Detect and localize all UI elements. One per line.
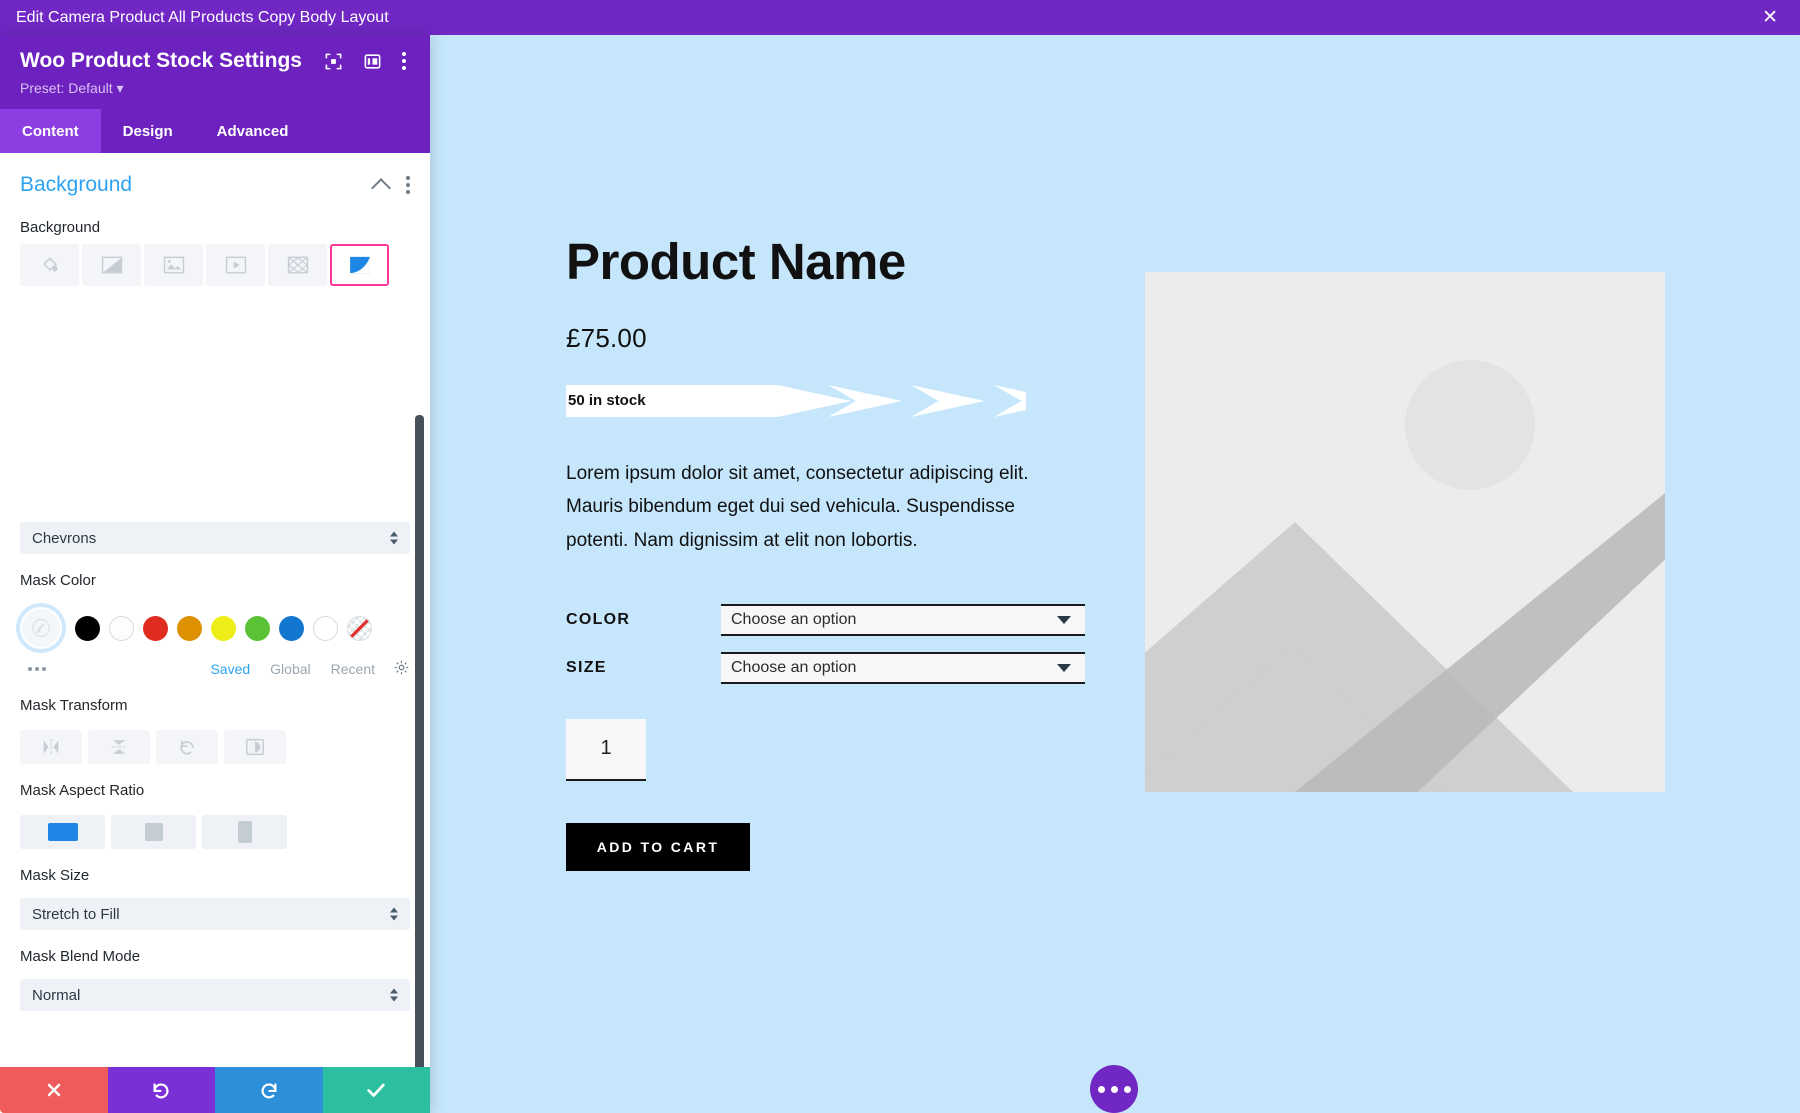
kebab-icon[interactable]	[402, 52, 406, 70]
background-type-gradient[interactable]	[82, 244, 141, 286]
background-section-header: Background	[0, 153, 430, 201]
flip-vertical-icon[interactable]	[88, 730, 150, 764]
stepper-arrows-icon	[390, 988, 398, 1002]
layout-icon[interactable]	[363, 52, 382, 71]
cancel-button[interactable]	[0, 1067, 108, 1113]
panel-header: Woo Product Stock Settings Preset: Defau…	[0, 35, 430, 109]
gear-icon[interactable]	[393, 659, 410, 679]
mask-color-meta: Saved Global Recent	[0, 649, 430, 679]
stock-status-module: 50 in stock	[566, 384, 1026, 417]
panel-tabs: Content Design Advanced	[0, 109, 430, 153]
swatch-red[interactable]	[143, 615, 168, 641]
color-tab-saved[interactable]: Saved	[210, 661, 250, 677]
flip-horizontal-icon[interactable]	[20, 730, 82, 764]
attribute-select-color-value: Choose an option	[731, 610, 857, 628]
tab-design[interactable]: Design	[101, 109, 195, 153]
window-title: Edit Camera Product All Products Copy Bo…	[16, 8, 389, 26]
aspect-ratio-landscape[interactable]	[20, 815, 105, 849]
background-type-video[interactable]	[206, 244, 265, 286]
stock-status-text: 50 in stock	[568, 391, 646, 409]
swatch-black[interactable]	[75, 615, 100, 641]
background-type-color[interactable]	[20, 244, 79, 286]
chevron-down-icon	[1057, 663, 1071, 672]
product-price: £75.00	[566, 322, 647, 353]
dot	[1097, 1085, 1105, 1093]
swatch-yellow[interactable]	[211, 615, 236, 641]
tab-advanced[interactable]: Advanced	[195, 109, 311, 153]
mask-style-select[interactable]: Chevrons	[20, 522, 410, 554]
attribute-select-size-value: Choose an option	[731, 658, 857, 676]
product-image-placeholder	[1145, 272, 1665, 792]
mask-size-select[interactable]: Stretch to Fill	[20, 898, 410, 930]
more-dots-icon[interactable]	[20, 667, 190, 671]
panel-title: Woo Product Stock Settings	[20, 49, 302, 72]
quantity-input[interactable]: 1	[566, 718, 646, 781]
mask-style-value: Chevrons	[32, 529, 97, 547]
product-description: Lorem ipsum dolor sit amet, consectetur …	[566, 462, 1029, 552]
product-attributes: COLOR Choose an option SIZE Choose an op…	[566, 603, 1086, 684]
aspect-ratio-square[interactable]	[111, 815, 196, 849]
save-button[interactable]	[322, 1067, 430, 1113]
target-icon[interactable]	[324, 52, 343, 71]
color-tab-recent[interactable]: Recent	[331, 661, 375, 677]
chevron-up-icon[interactable]	[371, 177, 391, 198]
product-summary: Product Name £75.00 50 in stock Lorem ip…	[566, 235, 1086, 871]
background-type-mask[interactable]	[330, 244, 389, 286]
panel-body: Background Background Chevrons Mask Colo…	[0, 153, 430, 1113]
panel-action-bar	[0, 1067, 430, 1113]
swatch-white-2[interactable]	[313, 615, 338, 641]
swatch-white[interactable]	[109, 615, 134, 641]
attribute-label-color: COLOR	[566, 610, 631, 628]
background-field-label: Background	[20, 219, 101, 236]
product-title: Product Name	[566, 233, 906, 290]
dot	[1123, 1085, 1131, 1093]
section-title: Background	[20, 173, 133, 196]
mask-color-swatches	[0, 597, 430, 649]
module-settings-panel: Woo Product Stock Settings Preset: Defau…	[0, 35, 430, 1113]
mask-blend-mode-select[interactable]: Normal	[20, 979, 410, 1011]
eyedropper-icon[interactable]	[20, 607, 62, 649]
background-type-image[interactable]	[144, 244, 203, 286]
mask-aspect-ratio-options	[0, 807, 430, 849]
color-tab-global[interactable]: Global	[270, 661, 310, 677]
mask-style-preview	[0, 286, 430, 516]
stepper-arrows-icon	[390, 907, 398, 921]
swatch-green[interactable]	[245, 615, 270, 641]
attribute-label-size: SIZE	[566, 658, 607, 676]
stepper-arrows-icon	[390, 531, 398, 545]
background-type-toggle	[0, 244, 430, 286]
more-options-icon[interactable]	[1090, 1065, 1138, 1113]
mask-transform-label: Mask Transform	[20, 697, 128, 714]
attribute-row-size: SIZE Choose an option	[566, 651, 1086, 684]
mask-color-label: Mask Color	[20, 572, 96, 589]
mask-aspect-ratio-label: Mask Aspect Ratio	[20, 782, 145, 799]
undo-button[interactable]	[107, 1067, 215, 1113]
kebab-icon[interactable]	[406, 176, 410, 194]
swatch-transparent[interactable]	[347, 615, 372, 641]
rotate-icon[interactable]	[156, 730, 218, 764]
chevron-down-icon	[1057, 615, 1071, 624]
attribute-select-color[interactable]: Choose an option	[721, 603, 1085, 636]
invert-icon[interactable]	[224, 730, 286, 764]
preset-selector[interactable]: Preset: Default ▾	[20, 80, 410, 97]
swatch-blue[interactable]	[279, 615, 304, 641]
tab-content[interactable]: Content	[0, 109, 101, 153]
attribute-row-color: COLOR Choose an option	[566, 603, 1086, 636]
mask-transform-buttons	[0, 722, 430, 764]
dot	[1110, 1085, 1118, 1093]
panel-scrollbar[interactable]	[415, 415, 424, 1095]
add-to-cart-button[interactable]: ADD TO CART	[566, 822, 750, 871]
close-icon[interactable]: ✕	[1756, 6, 1784, 29]
window-titlebar: Edit Camera Product All Products Copy Bo…	[0, 0, 1800, 35]
mask-size-label: Mask Size	[20, 867, 90, 884]
redo-button[interactable]	[215, 1067, 323, 1113]
attribute-select-size[interactable]: Choose an option	[721, 651, 1085, 684]
aspect-ratio-portrait[interactable]	[202, 815, 287, 849]
background-type-pattern[interactable]	[268, 244, 327, 286]
swatch-orange[interactable]	[177, 615, 202, 641]
mask-blend-mode-value: Normal	[32, 986, 81, 1004]
mask-blend-mode-label: Mask Blend Mode	[20, 948, 141, 965]
mask-size-value: Stretch to Fill	[32, 905, 120, 923]
